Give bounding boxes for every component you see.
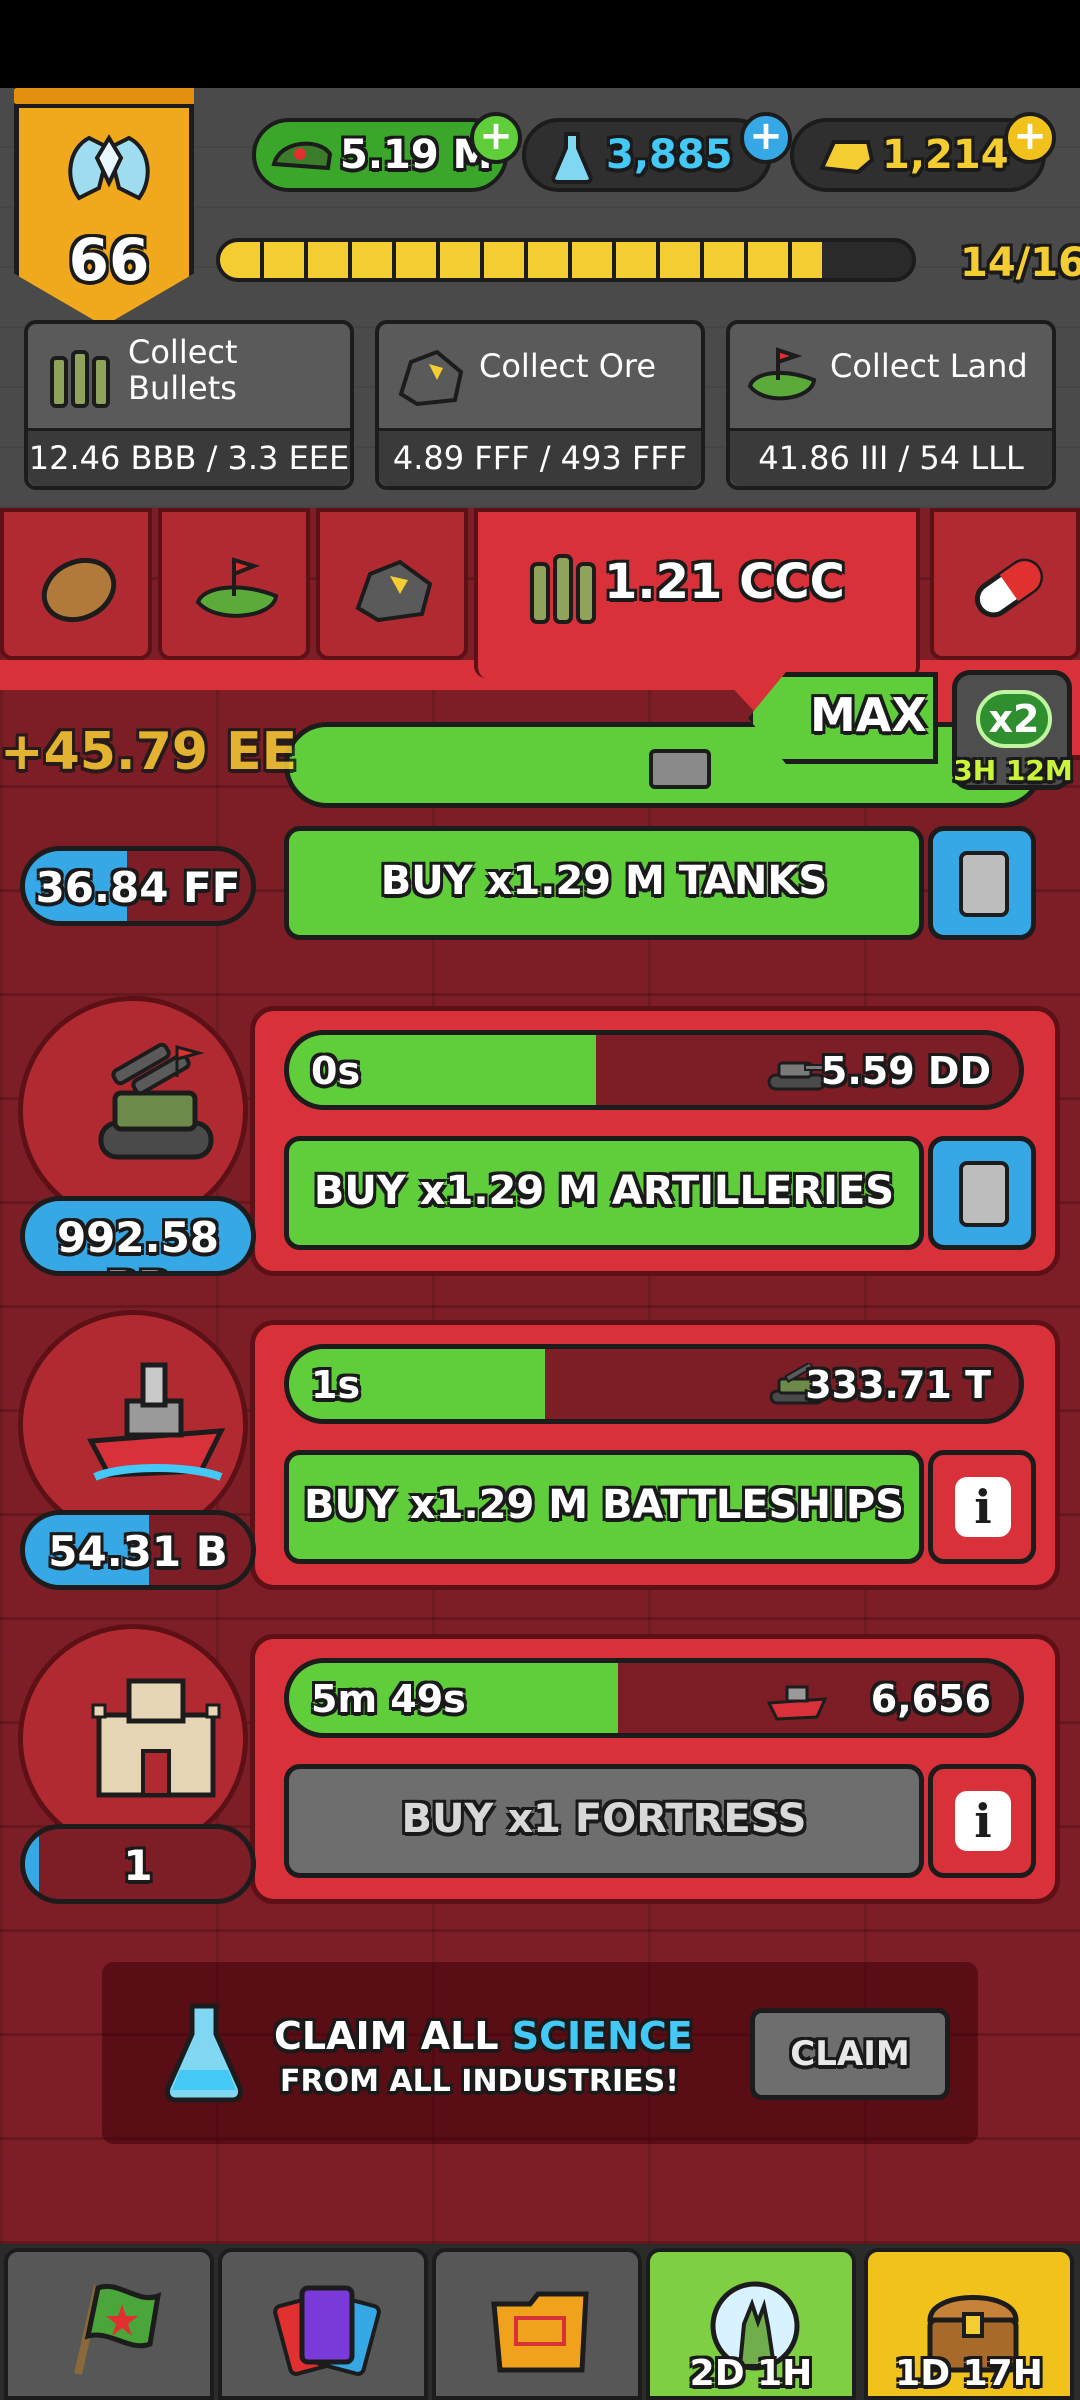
player-level: 66: [68, 226, 150, 294]
artillery-icon: [98, 1042, 214, 1160]
collect-label: Collect Bullets: [128, 333, 238, 407]
buy-fortress-button[interactable]: BUY x1 FORTRESS: [284, 1764, 924, 1878]
science-flask-icon: [165, 2003, 243, 2103]
income-popup: +45.79 EE: [0, 722, 298, 782]
battleships-timer: 1s: [311, 1363, 361, 1407]
buy-max-label: MAX: [810, 688, 927, 742]
pill-icon: [974, 558, 1044, 618]
land-icon: [747, 347, 817, 401]
battleships-info-button[interactable]: i: [928, 1450, 1036, 1564]
industry-row-battleships: 54.31 B 1s 333.71 T BUY x1.29 M BATTLESH…: [0, 1310, 1080, 1610]
artillery-portrait[interactable]: [18, 996, 248, 1226]
collect-bullets-button[interactable]: Collect Bullets 12.46 BBB / 3.3 EEE: [24, 320, 354, 490]
fortress-timer: 5m 49s: [311, 1677, 466, 1721]
battleships-produced: 333.71 T: [805, 1363, 991, 1407]
battleship-icon: [87, 1362, 226, 1481]
nav-cards-button[interactable]: [218, 2248, 428, 2400]
tanks-count: 36.84 FF: [20, 846, 256, 926]
tab-pill[interactable]: [930, 508, 1080, 660]
add-money-button[interactable]: +: [470, 112, 522, 164]
collect-ore-button[interactable]: Collect Ore 4.89 FFF / 493 FFF: [375, 320, 705, 490]
artilleries-count: 992.58 BB: [20, 1196, 256, 1276]
industry-row-tanks: 36.84 FF BUY x1.29 M TANKS: [0, 796, 1080, 996]
claim-science-panel: CLAIM ALL SCIENCE FROM ALL INDUSTRIES! C…: [102, 1962, 978, 2144]
fortress-icon: [91, 1678, 221, 1798]
fortress-info-button[interactable]: i: [928, 1764, 1036, 1878]
fortress-count: 1: [20, 1824, 256, 1904]
fortress-portrait[interactable]: [18, 1624, 248, 1854]
science-value: 3,885: [606, 132, 733, 178]
winged-rank-icon: [68, 134, 150, 201]
army-cap-icon: [271, 141, 333, 171]
collect-land-button[interactable]: Collect Land 41.86 III / 54 LLL: [726, 320, 1056, 490]
top-header: 66 5.19 M + 3,885 + 1,214 + 14/16 Collec…: [0, 88, 1080, 508]
buy-tanks-button[interactable]: BUY x1.29 M TANKS: [284, 826, 924, 940]
boost-timer: 3H 12M: [953, 754, 1073, 787]
xp-progress-fill: [220, 242, 823, 278]
missions-folder-icon: [491, 2291, 589, 2373]
collect-label: Collect Ore: [479, 347, 657, 385]
tab-bullets[interactable]: 1.21 CCC: [474, 508, 920, 678]
artilleries-timer: 0s: [311, 1049, 361, 1093]
artilleries-progress-bar: 0s 5.59 DD: [284, 1030, 1024, 1110]
battleships-count: 54.31 B: [20, 1510, 256, 1590]
collect-amount: 41.86 III / 54 LLL: [730, 428, 1052, 486]
nav-missions-button[interactable]: [432, 2248, 642, 2400]
nav-world-map-button[interactable]: [4, 2248, 214, 2400]
tab-ore[interactable]: [316, 508, 468, 660]
industry-row-fortress: 1 5m 49s 6,656 BUY x1 FORTRESS i: [0, 1624, 1080, 1924]
tab-land[interactable]: [158, 508, 310, 660]
bottom-navigation: 2D 1H 1D 17H: [0, 2244, 1080, 2400]
artilleries-cards-button[interactable]: [928, 1136, 1036, 1250]
add-science-button[interactable]: +: [740, 112, 792, 164]
add-gold-button[interactable]: +: [1004, 112, 1056, 164]
card-icon: [959, 1161, 1009, 1227]
gold-counter[interactable]: 1,214 +: [790, 112, 1056, 192]
tanks-cards-button[interactable]: [928, 826, 1036, 940]
rank-badge[interactable]: 66: [14, 88, 194, 326]
collect-amount: 4.89 FFF / 493 FFF: [379, 428, 701, 486]
bullets-icon: [50, 350, 110, 408]
tab-potato[interactable]: [0, 508, 152, 660]
buy-battleships-button[interactable]: BUY x1.29 M BATTLESHIPS: [284, 1450, 924, 1564]
card-icon: [959, 851, 1009, 917]
bullets-total: 1.21 CCC: [604, 554, 845, 610]
industry-row-artilleries: 992.58 BB 0s 5.59 DD BUY x1.29 M ARTILLE…: [0, 996, 1080, 1296]
collect-label: Collect Land: [830, 347, 1028, 385]
ore-icon: [398, 349, 464, 407]
claim-science-title: CLAIM ALL SCIENCE: [274, 2014, 693, 2058]
gold-bar-icon: [819, 140, 875, 175]
flag-icon: [74, 2283, 162, 2375]
info-icon: i: [955, 1791, 1011, 1851]
collect-amount: 12.46 BBB / 3.3 EEE: [28, 428, 350, 486]
battleship-portrait[interactable]: [18, 1310, 248, 1540]
xp-progress-text: 14/16: [960, 240, 1080, 286]
zombie-event-timer: 2D 1H: [689, 2353, 813, 2394]
chest-timer: 1D 17H: [895, 2353, 1043, 2394]
ore-icon: [355, 559, 433, 623]
boost-x2-label: x2: [976, 690, 1052, 748]
fortress-produced: 6,656: [870, 1677, 991, 1721]
bullets-icon: [530, 554, 596, 624]
potato-icon: [41, 557, 117, 623]
cards-icon: [273, 2285, 381, 2376]
money-counter[interactable]: 5.19 M +: [252, 112, 522, 192]
claim-science-subtitle: FROM ALL INDUSTRIES!: [280, 2064, 679, 2099]
nav-chest-button[interactable]: 1D 17H: [864, 2248, 1074, 2400]
science-counter[interactable]: 3,885 +: [522, 112, 792, 192]
artilleries-produced: 5.59 DD: [820, 1049, 991, 1093]
bullets-crate-icon: [649, 749, 711, 789]
battleship-icon: [766, 1685, 828, 1721]
gold-value: 1,214: [882, 132, 1009, 178]
nav-zombie-event-button[interactable]: 2D 1H: [646, 2248, 856, 2400]
battleships-progress-bar: 1s 333.71 T: [284, 1344, 1024, 1424]
tank-icon: [767, 1061, 827, 1091]
buy-artilleries-button[interactable]: BUY x1.29 M ARTILLERIES: [284, 1136, 924, 1250]
land-icon: [195, 557, 279, 618]
claim-button[interactable]: CLAIM: [750, 2008, 950, 2100]
science-flask-icon: [551, 132, 593, 184]
xp-progress-bar: [216, 238, 916, 282]
fortress-progress-bar: 5m 49s 6,656: [284, 1658, 1024, 1738]
info-icon: i: [955, 1477, 1011, 1537]
